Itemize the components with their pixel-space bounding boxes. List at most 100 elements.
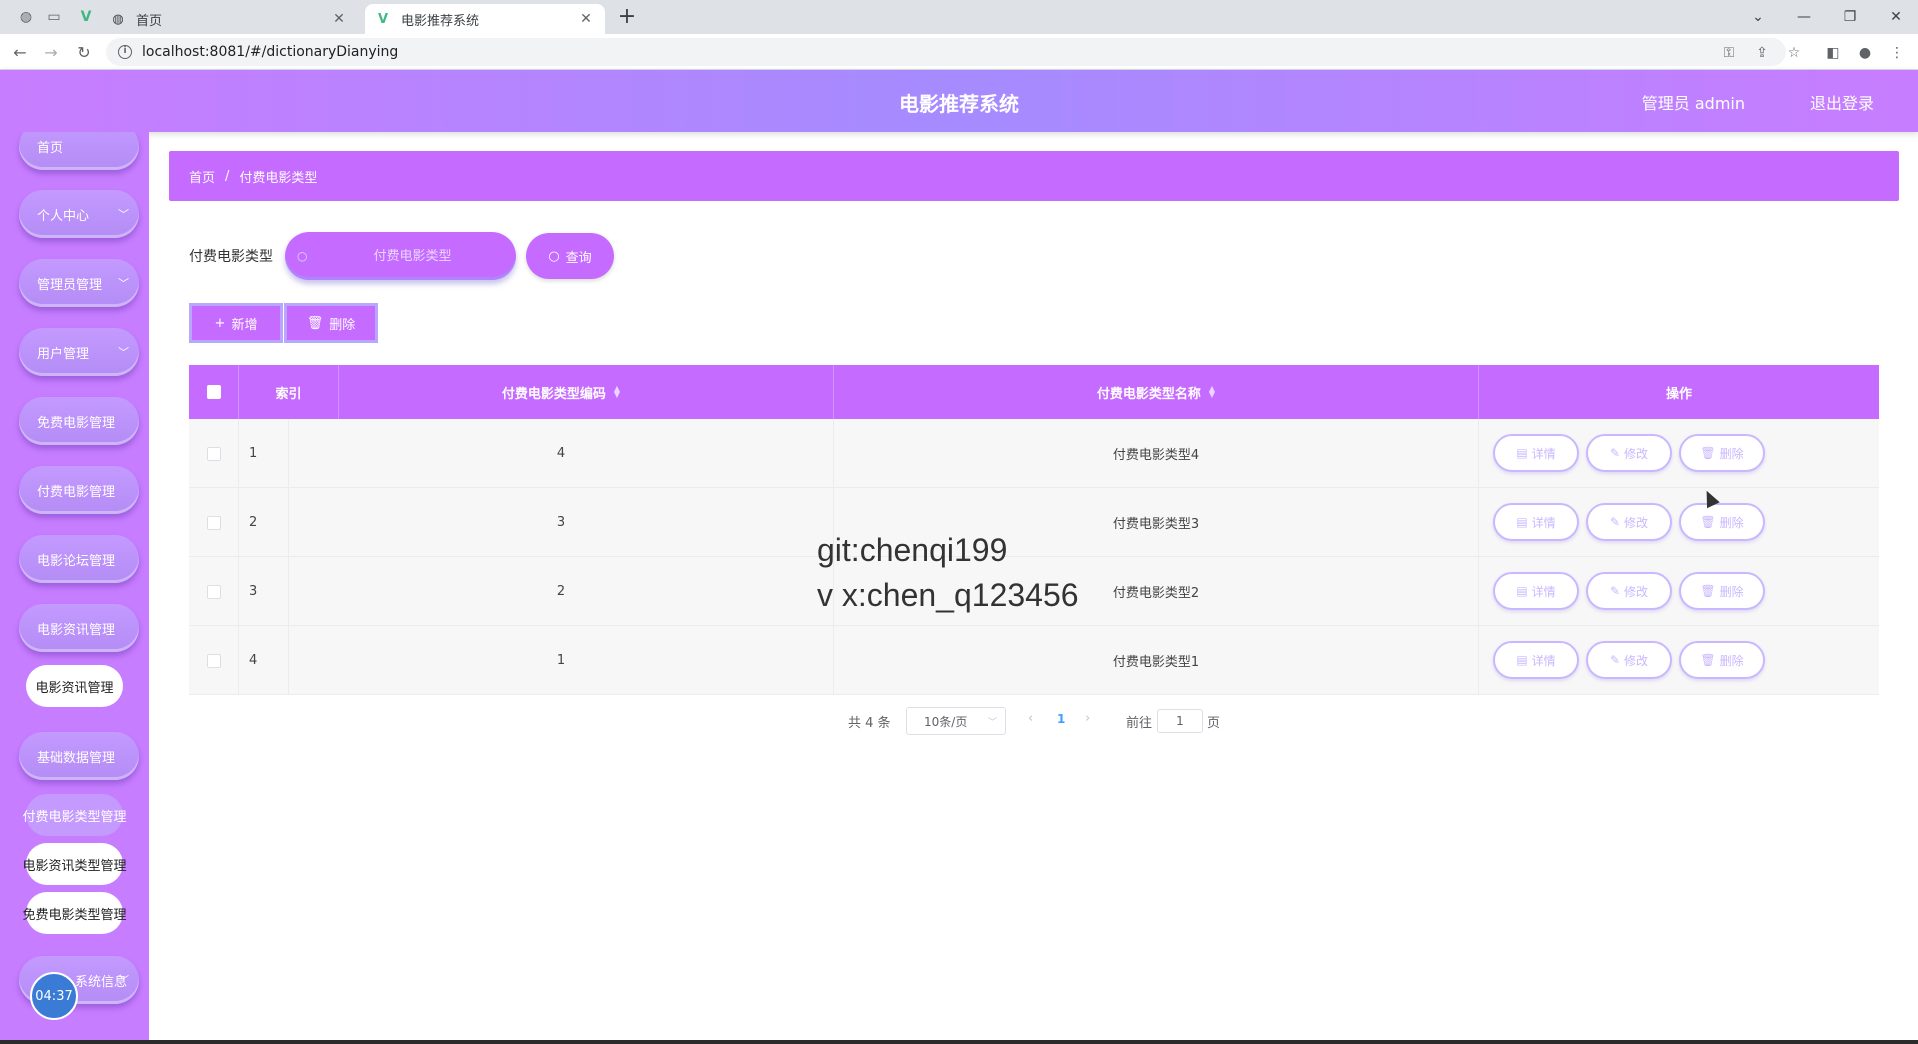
row-checkbox[interactable] [206, 446, 221, 461]
pinned-tab-globe-icon[interactable]: ◍ [15, 6, 37, 28]
sidebar-item-label: 个人中心 [37, 208, 90, 224]
sidebar-item-home[interactable]: 首页 [19, 132, 139, 170]
forward-icon[interactable]: → [39, 40, 63, 64]
key-icon[interactable]: ⚿ [1719, 43, 1739, 63]
pinned-tab-blank-icon[interactable]: ▭ [43, 6, 65, 28]
edit-label: 修改 [1624, 584, 1649, 599]
col-code[interactable]: 付费电影类型编码 ▲ ▼ [289, 365, 834, 419]
search-input[interactable] [327, 248, 498, 264]
trash-icon: 🗑 [1700, 446, 1716, 460]
row-checkbox[interactable] [206, 653, 221, 668]
url-text: localhost:8081/#/dictionaryDianying [142, 44, 399, 60]
pagination-total: 共 4 条 [848, 716, 891, 731]
detail-label: 详情 [1531, 515, 1556, 530]
reload-icon[interactable]: ↻ [72, 40, 96, 64]
sidebar-sub-news-type[interactable]: 电影资讯类型管理 [23, 843, 127, 885]
tab-movie-system[interactable]: V 电影推荐系统 ✕ [365, 4, 605, 34]
sort-icon[interactable]: ▲ ▼ [614, 385, 620, 399]
row-code: 1 [289, 626, 834, 695]
detail-label: 详情 [1531, 653, 1556, 668]
row-delete-button[interactable]: 🗑 删除 [1679, 572, 1765, 610]
back-icon[interactable]: ← [8, 40, 32, 64]
edit-button[interactable]: ✎ 修改 [1586, 434, 1672, 472]
restore-button[interactable]: ❐ [1830, 4, 1870, 30]
share-icon[interactable]: ⇪ [1752, 43, 1772, 63]
url-field[interactable]: i localhost:8081/#/dictionaryDianying [106, 38, 1786, 66]
breadcrumb-current: 付费电影类型 [239, 170, 318, 186]
row-delete-button[interactable]: 🗑 删除 [1679, 434, 1765, 472]
vue-icon: V [377, 11, 389, 27]
edit-button[interactable]: ✎ 修改 [1586, 503, 1672, 541]
add-button-label: 新增 [231, 317, 258, 333]
info-icon[interactable]: i [118, 45, 132, 59]
star-icon[interactable]: ☆ [1784, 43, 1804, 63]
row-checkbox[interactable] [206, 584, 221, 599]
sidebar-sub-free-type[interactable]: 免费电影类型管理 [23, 892, 127, 934]
detail-button[interactable]: ▤ 详情 [1493, 503, 1579, 541]
col-name[interactable]: 付费电影类型名称 ▲ ▼ [834, 365, 1479, 419]
tab-home[interactable]: ◍ 首页 ✕ [100, 4, 358, 34]
select-all-checkbox[interactable] [206, 385, 221, 399]
sidebar-item-profile[interactable]: 个人中心 ﹀ [19, 190, 139, 238]
search-label: 付费电影类型 [189, 249, 273, 265]
page-number[interactable]: 1 [1057, 712, 1065, 726]
row-check-cell [189, 419, 239, 488]
breadcrumb: 首页 / 付费电影类型 [169, 151, 1899, 201]
sidebar-item-free-movies[interactable]: 免费电影管理 [19, 397, 139, 445]
trash-icon: 🗑 [1700, 584, 1716, 598]
edit-label: 修改 [1624, 653, 1649, 668]
search-icon: ○ [297, 249, 308, 263]
sidebar-item-news[interactable]: 电影资讯管理 [19, 604, 139, 652]
sidepanel-icon[interactable]: ◧ [1823, 43, 1843, 63]
row-delete-button[interactable]: 🗑 删除 [1679, 641, 1765, 679]
sidebar-sub-news[interactable]: 电影资讯管理 [26, 665, 123, 707]
edit-button[interactable]: ✎ 修改 [1586, 572, 1672, 610]
row-delete-label: 删除 [1719, 446, 1744, 461]
sidebar-item-forum[interactable]: 电影论坛管理 [19, 535, 139, 583]
sidebar-sub-paid-type[interactable]: 付费电影类型管理 [23, 794, 127, 836]
next-page-icon[interactable]: › [1085, 711, 1090, 726]
new-tab-button[interactable]: + [615, 6, 639, 30]
sort-icon[interactable]: ▲ ▼ [1209, 385, 1215, 399]
query-button-label: 查询 [565, 250, 592, 266]
breadcrumb-home[interactable]: 首页 [189, 167, 215, 186]
close-icon[interactable]: ✕ [577, 10, 595, 28]
menu-icon[interactable]: ⋮ [1887, 43, 1907, 63]
detail-button[interactable]: ▤ 详情 [1493, 641, 1579, 679]
page-size-select[interactable]: 10条/页 ﹀ [906, 707, 1006, 735]
chevron-down-icon: ﹀ [118, 277, 129, 290]
close-window-button[interactable]: ✕ [1876, 4, 1916, 30]
table-header: 索引 付费电影类型编码 ▲ ▼ 付费电影类型名称 ▲ ▼ 操作 [189, 365, 1879, 419]
logout-link[interactable]: 退出登录 [1810, 90, 1874, 114]
detail-button[interactable]: ▤ 详情 [1493, 572, 1579, 610]
sidebar-item-users[interactable]: 用户管理 ﹀ [19, 328, 139, 376]
delete-button[interactable]: 🗑 删除 [284, 303, 378, 343]
trash-icon: 🗑 [306, 315, 324, 331]
document-icon: ▤ [1516, 446, 1528, 460]
chevron-down-icon: ﹀ [118, 974, 129, 987]
page-size-value: 10条/页 [924, 714, 968, 729]
goto-label: 前往 [1126, 716, 1153, 731]
goto-page-input[interactable]: 1 [1157, 709, 1203, 733]
edit-icon: ✎ [1609, 515, 1621, 529]
edit-button[interactable]: ✎ 修改 [1586, 641, 1672, 679]
sidebar-item-paid-movies[interactable]: 付费电影管理 [19, 466, 139, 514]
add-button[interactable]: + 新增 [189, 303, 283, 343]
breadcrumb-separator: / [225, 168, 230, 184]
row-delete-button[interactable]: 🗑 删除 [1679, 503, 1765, 541]
profile-icon[interactable]: ● [1855, 43, 1875, 63]
prev-page-icon[interactable]: ‹ [1028, 711, 1033, 726]
sidebar-item-admins[interactable]: 管理员管理 ﹀ [19, 259, 139, 307]
pinned-tab-vue-icon[interactable]: V [75, 6, 97, 28]
minimize-button[interactable]: — [1784, 4, 1824, 30]
browser-addressbar: ← → ↻ i localhost:8081/#/dictionaryDiany… [0, 34, 1918, 70]
sidebar-item-basic-data[interactable]: 基础数据管理 [19, 732, 139, 780]
detail-button[interactable]: ▤ 详情 [1493, 434, 1579, 472]
query-button[interactable]: ○ 查询 [526, 233, 614, 279]
sidebar-item-label: 基础数据管理 [37, 750, 116, 766]
tab-search-icon[interactable]: ⌄ [1738, 4, 1778, 30]
row-code: 4 [289, 419, 834, 488]
row-checkbox[interactable] [206, 515, 221, 530]
close-icon[interactable]: ✕ [330, 10, 348, 28]
search-icon: ○ [548, 248, 560, 264]
